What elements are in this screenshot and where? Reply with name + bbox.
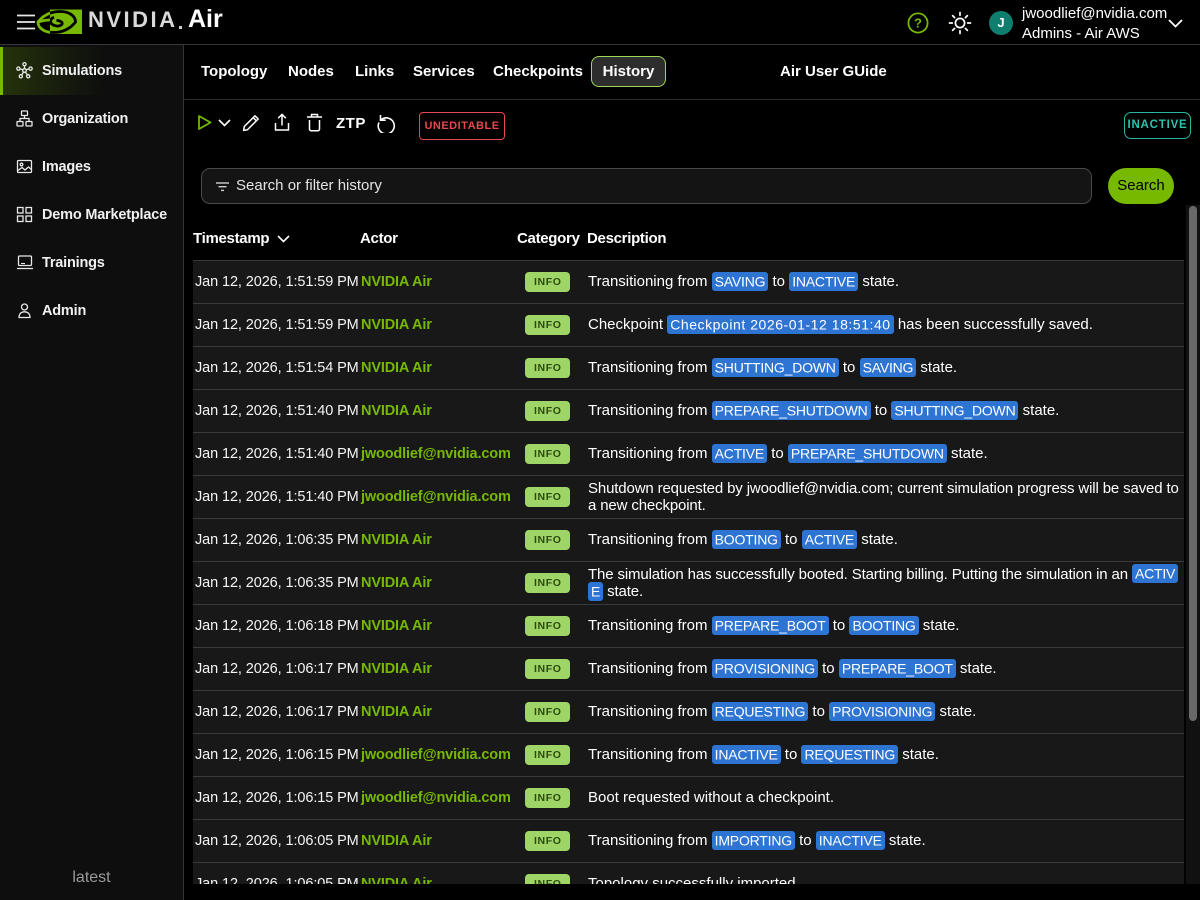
- svg-text:?: ?: [914, 16, 922, 31]
